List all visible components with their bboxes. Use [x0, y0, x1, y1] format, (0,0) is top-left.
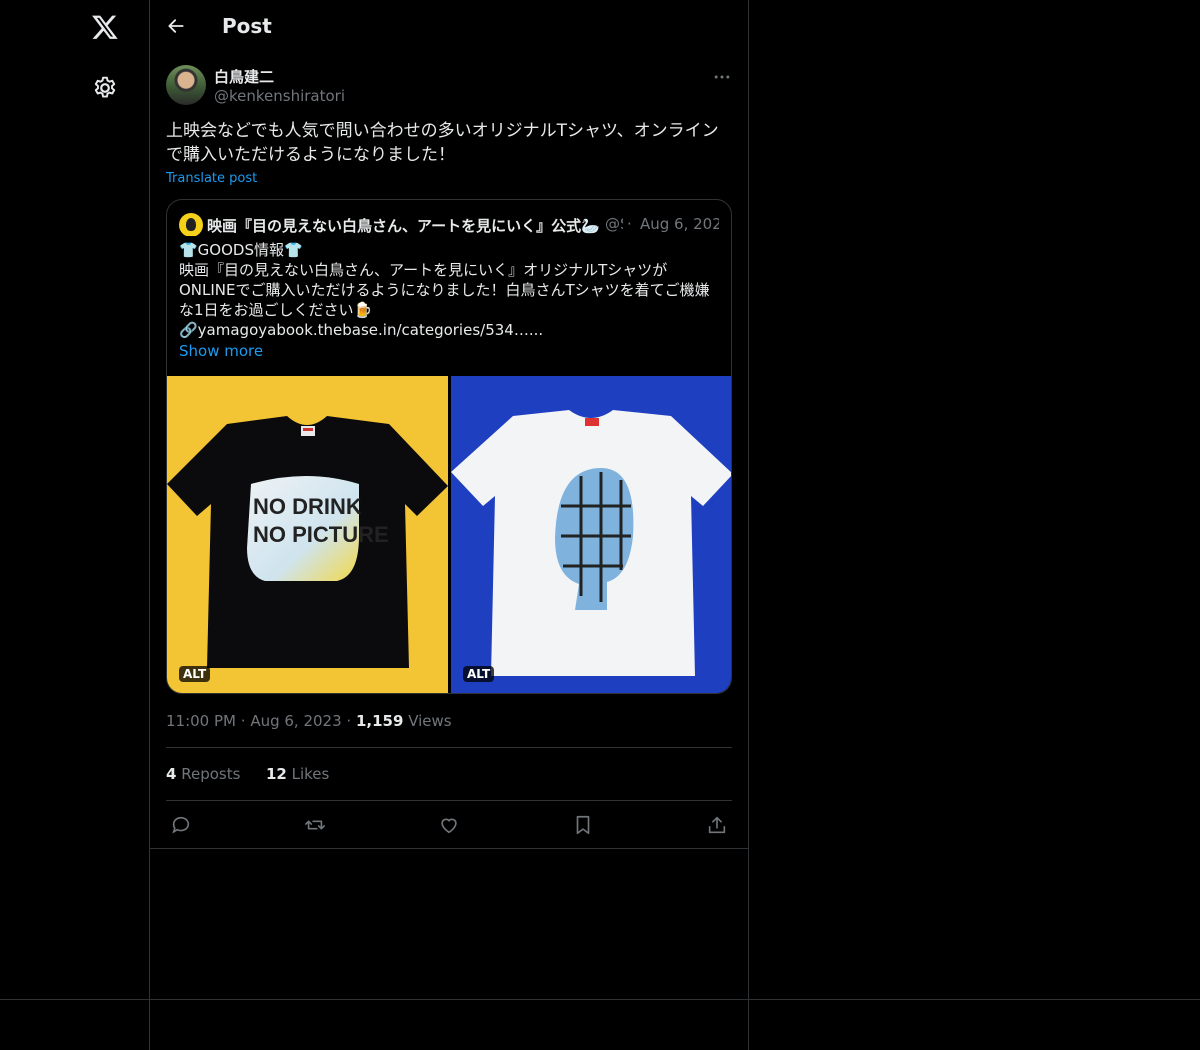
quoted-post-header: 映画『目の見えない白鳥さん、アートを見にいく』公式🦢 @S · Aug 6, 2… [179, 212, 719, 236]
reply-icon[interactable] [170, 814, 192, 836]
repost-icon[interactable] [304, 814, 326, 836]
translate-post-link[interactable]: Translate post [166, 171, 257, 186]
shirt-text-line-1: NO DRINK [253, 494, 362, 519]
footer-divider [0, 999, 1200, 1000]
gear-icon[interactable] [92, 75, 118, 101]
likes-label: Likes [291, 765, 330, 783]
post-bottom-border [150, 848, 749, 849]
heart-icon[interactable] [438, 814, 460, 836]
post-detail-column: Post 白鳥建二 @kenkenshiratori 上映会などでも人気で問い合… [150, 0, 749, 1050]
author-avatar[interactable] [166, 65, 206, 105]
white-tshirt-graphic [451, 410, 731, 676]
white-tshirt-image[interactable]: ALT [451, 376, 731, 693]
likes-count: 12 [265, 765, 287, 783]
quoted-author-handle: @S [605, 215, 623, 233]
meta-separator: · [240, 712, 251, 730]
black-tshirt-graphic: NO DRINK NO PICTURE [167, 416, 448, 668]
post-time[interactable]: 11:00 PM [166, 712, 236, 730]
left-navigation-rail [0, 0, 150, 1050]
alt-badge[interactable]: ALT [463, 666, 495, 682]
quoted-post-date: Aug 6, 2023 [640, 215, 719, 233]
quoted-post[interactable]: 映画『目の見えない白鳥さん、アートを見にいく』公式🦢 @S · Aug 6, 2… [166, 199, 732, 694]
more-horizontal-icon[interactable] [712, 67, 732, 87]
x-logo-icon[interactable] [91, 13, 119, 41]
quoted-media: NO DRINK NO PICTURE ALT ALT [167, 376, 731, 693]
post-metadata: 11:00 PM · Aug 6, 2023 · 1,159 Views [166, 712, 452, 730]
quoted-author-avatar [179, 213, 203, 236]
shirt-text-line-2: NO PICTURE [253, 522, 389, 547]
post-text: 上映会などでも人気で問い合わせの多いオリジナルTシャツ、オンラインで購入いただけ… [166, 121, 719, 165]
quoted-post-text: 👕GOODS情報👕 映画『目の見えない白鳥さん、アートを見にいく』オリジナルTシ… [179, 240, 719, 340]
reposts-stat[interactable]: 4 Reposts [166, 765, 240, 783]
quoted-line-1: 👕GOODS情報👕 [179, 241, 303, 259]
bookmark-icon[interactable] [572, 814, 594, 836]
show-more-link[interactable]: Show more [179, 342, 263, 360]
black-tshirt-image[interactable]: NO DRINK NO PICTURE ALT [167, 376, 448, 693]
divider [166, 800, 732, 801]
arrow-left-icon[interactable] [166, 16, 186, 36]
author-name[interactable]: 白鳥建二 [214, 66, 274, 87]
likes-stat[interactable]: 12 Likes [266, 765, 329, 783]
page-title: Post [222, 14, 272, 38]
quoted-line-3: ONLINEでご購入いただけるようになりました！白鳥さんTシャツを着てご機嫌な1… [179, 281, 710, 319]
views-count: 1,159 [355, 712, 404, 730]
reposts-count: 4 [166, 765, 177, 783]
top-bar: Post [150, 0, 748, 54]
quoted-link[interactable]: 🔗yamagoyabook.thebase.in/categories/534…… [179, 320, 719, 340]
reposts-label: Reposts [181, 765, 241, 783]
views-label: Views [408, 712, 452, 730]
share-icon[interactable] [706, 814, 728, 836]
meta-separator: · [346, 712, 356, 730]
quoted-author-name: 映画『目の見えない白鳥さん、アートを見にいく』公式🦢 [207, 217, 599, 235]
quoted-line-2: 映画『目の見えない白鳥さん、アートを見にいく』オリジナルTシャツが [179, 261, 668, 279]
post-stats: 4 Reposts 12 Likes [166, 765, 329, 783]
post-author: 白鳥建二 @kenkenshiratori [166, 65, 732, 107]
author-handle[interactable]: @kenkenshiratori [214, 87, 345, 105]
divider [166, 747, 732, 748]
action-bar [166, 812, 732, 838]
alt-badge[interactable]: ALT [179, 666, 211, 682]
post-date[interactable]: Aug 6, 2023 [250, 712, 341, 730]
separator-dot: · [627, 215, 632, 233]
